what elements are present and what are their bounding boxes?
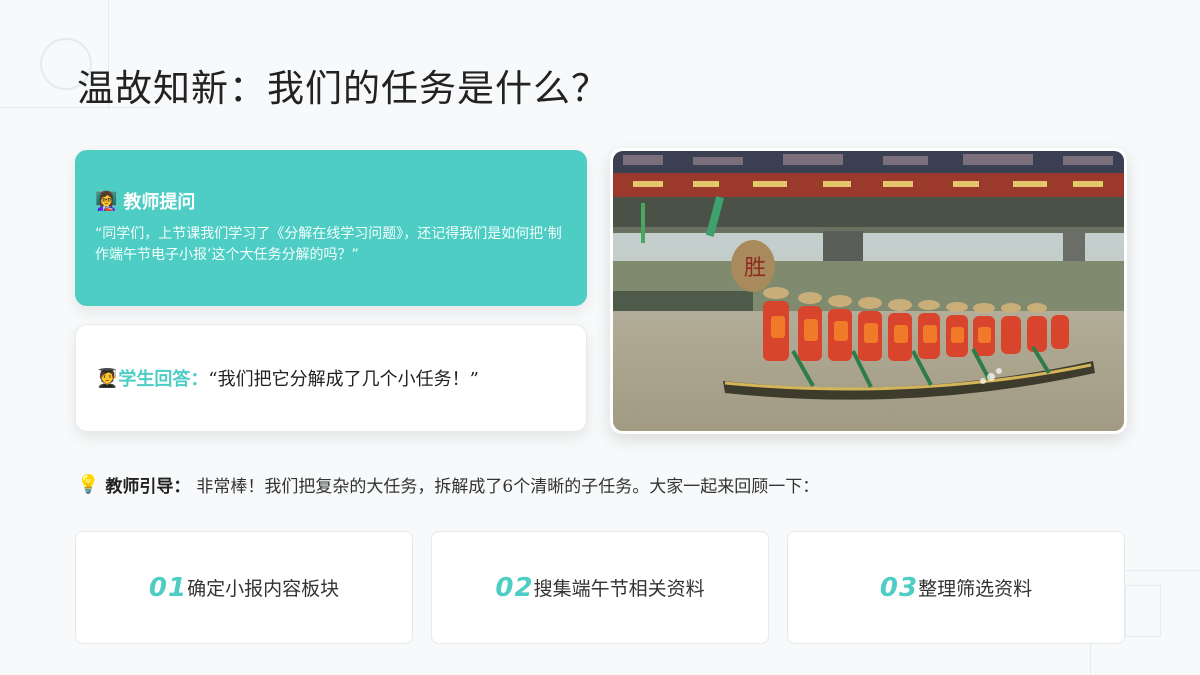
task-card-2: 02 搜集端午节相关资料 bbox=[431, 531, 769, 644]
task-number: 03 bbox=[879, 572, 919, 603]
student-emoji-icon: 🧑‍🎓 bbox=[96, 367, 119, 389]
teacher-guide-text: 非常棒！我们把复杂的大任务，拆解成了6个清晰的子任务。大家一起来回顾一下： bbox=[196, 477, 820, 497]
student-answer-text: “我们把它分解成了几个小任务！” bbox=[208, 369, 479, 390]
teacher-question-header: 👩‍🏫 教师提问 bbox=[95, 188, 567, 214]
teacher-question-card: 👩‍🏫 教师提问 “同学们，上节课我们学习了《分解在线学习问题》，还记得我们是如… bbox=[75, 150, 587, 306]
drum-glyph: 胜 bbox=[744, 256, 766, 281]
task-number: 01 bbox=[148, 572, 188, 603]
teacher-question-text: “同学们，上节课我们学习了《分解在线学习问题》，还记得我们是如何把‘制作端午节电… bbox=[95, 226, 562, 263]
dragon-boat-race-image: 胜 bbox=[613, 151, 1124, 431]
teacher-guide-label: 教师引导： bbox=[105, 477, 191, 497]
task-card-1: 01 确定小报内容板块 bbox=[75, 531, 413, 644]
task-card-3: 03 整理筛选资料 bbox=[787, 531, 1125, 644]
teacher-guide: 💡 教师引导： 非常棒！我们把复杂的大任务，拆解成了6个清晰的子任务。大家一起来… bbox=[77, 472, 819, 497]
lightbulb-icon: 💡 bbox=[77, 474, 100, 495]
teacher-question-heading: 教师提问 bbox=[123, 192, 196, 213]
decor-box bbox=[1125, 585, 1161, 637]
teacher-emoji-icon: 👩‍🏫 bbox=[95, 190, 118, 212]
page-title: 温故知新：我们的任务是什么？ bbox=[77, 67, 609, 110]
task-number: 02 bbox=[495, 572, 534, 603]
student-answer-label: 学生回答： bbox=[118, 369, 209, 390]
task-label: 确定小报内容板块 bbox=[187, 578, 340, 600]
task-label: 整理筛选资料 bbox=[918, 578, 1033, 600]
task-label: 搜集端午节相关资料 bbox=[533, 578, 705, 600]
dragon-boat-photo: 胜 bbox=[610, 148, 1127, 434]
student-answer-card: 🧑‍🎓 学生回答： “我们把它分解成了几个小任务！” bbox=[75, 324, 587, 432]
